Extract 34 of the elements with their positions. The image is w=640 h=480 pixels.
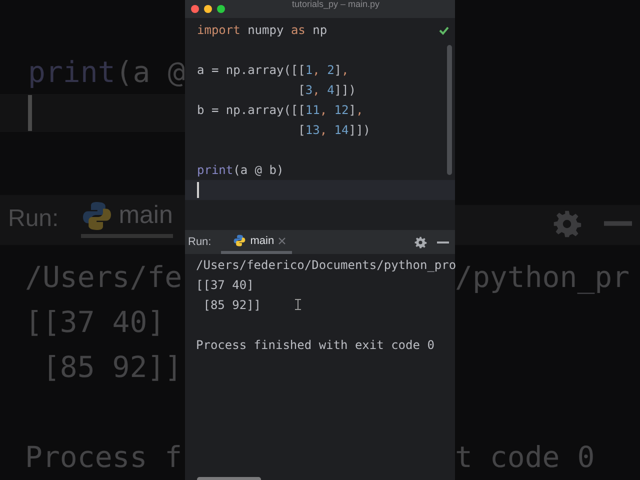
console-line: [[37 40] [25, 304, 165, 341]
zoom-icon[interactable] [217, 5, 225, 13]
close-icon[interactable] [278, 236, 286, 244]
window-title: tutorials_py – main.py [292, 0, 380, 9]
minimize-icon[interactable] [437, 240, 449, 244]
console-line: [[37 40] [196, 277, 254, 294]
scrollbar-thumb[interactable] [447, 45, 452, 175]
close-icon[interactable] [191, 5, 199, 13]
text-cursor [197, 182, 199, 198]
text-cursor [28, 95, 32, 132]
settings-icon[interactable] [414, 236, 427, 248]
code-line: import numpy as np [196, 22, 328, 39]
minimize-icon[interactable] [204, 5, 212, 13]
check-icon [439, 26, 449, 35]
code-line: [3, 4]]) [297, 82, 356, 99]
exit-message: t code 0 [455, 439, 595, 476]
python-icon [80, 200, 113, 232]
console-line: [85 92]] [41, 349, 182, 386]
console-line: /Users/federico/Documents/python_pro [196, 257, 456, 274]
console-line: /python_pr [455, 260, 630, 296]
exit-message: Process finished with exit code 0 [196, 337, 434, 354]
python-icon [233, 234, 246, 247]
text-cursor-icon [295, 299, 301, 310]
run-label: Run: [188, 235, 212, 250]
console-line: /Users/fe [25, 259, 182, 296]
code-line: b = np.array([[11, 12], [196, 102, 364, 119]
exit-message: Process f [25, 439, 182, 476]
console-line: [85 92]] [202, 297, 262, 314]
code-line: a = np.array([[1, 2], [196, 62, 349, 79]
run-tab[interactable]: main [221, 230, 292, 254]
code-line: print(a @ [27, 54, 185, 91]
code-line: [13, 14]]) [297, 122, 370, 139]
code-editor[interactable]: import numpy as np a = np.array([[1, 2], [3, 4]]) b = np.array([[11, 12], [13, 14]]) print(a @ b) [185, 18, 455, 230]
code-line: print(a @ b) [196, 162, 284, 179]
